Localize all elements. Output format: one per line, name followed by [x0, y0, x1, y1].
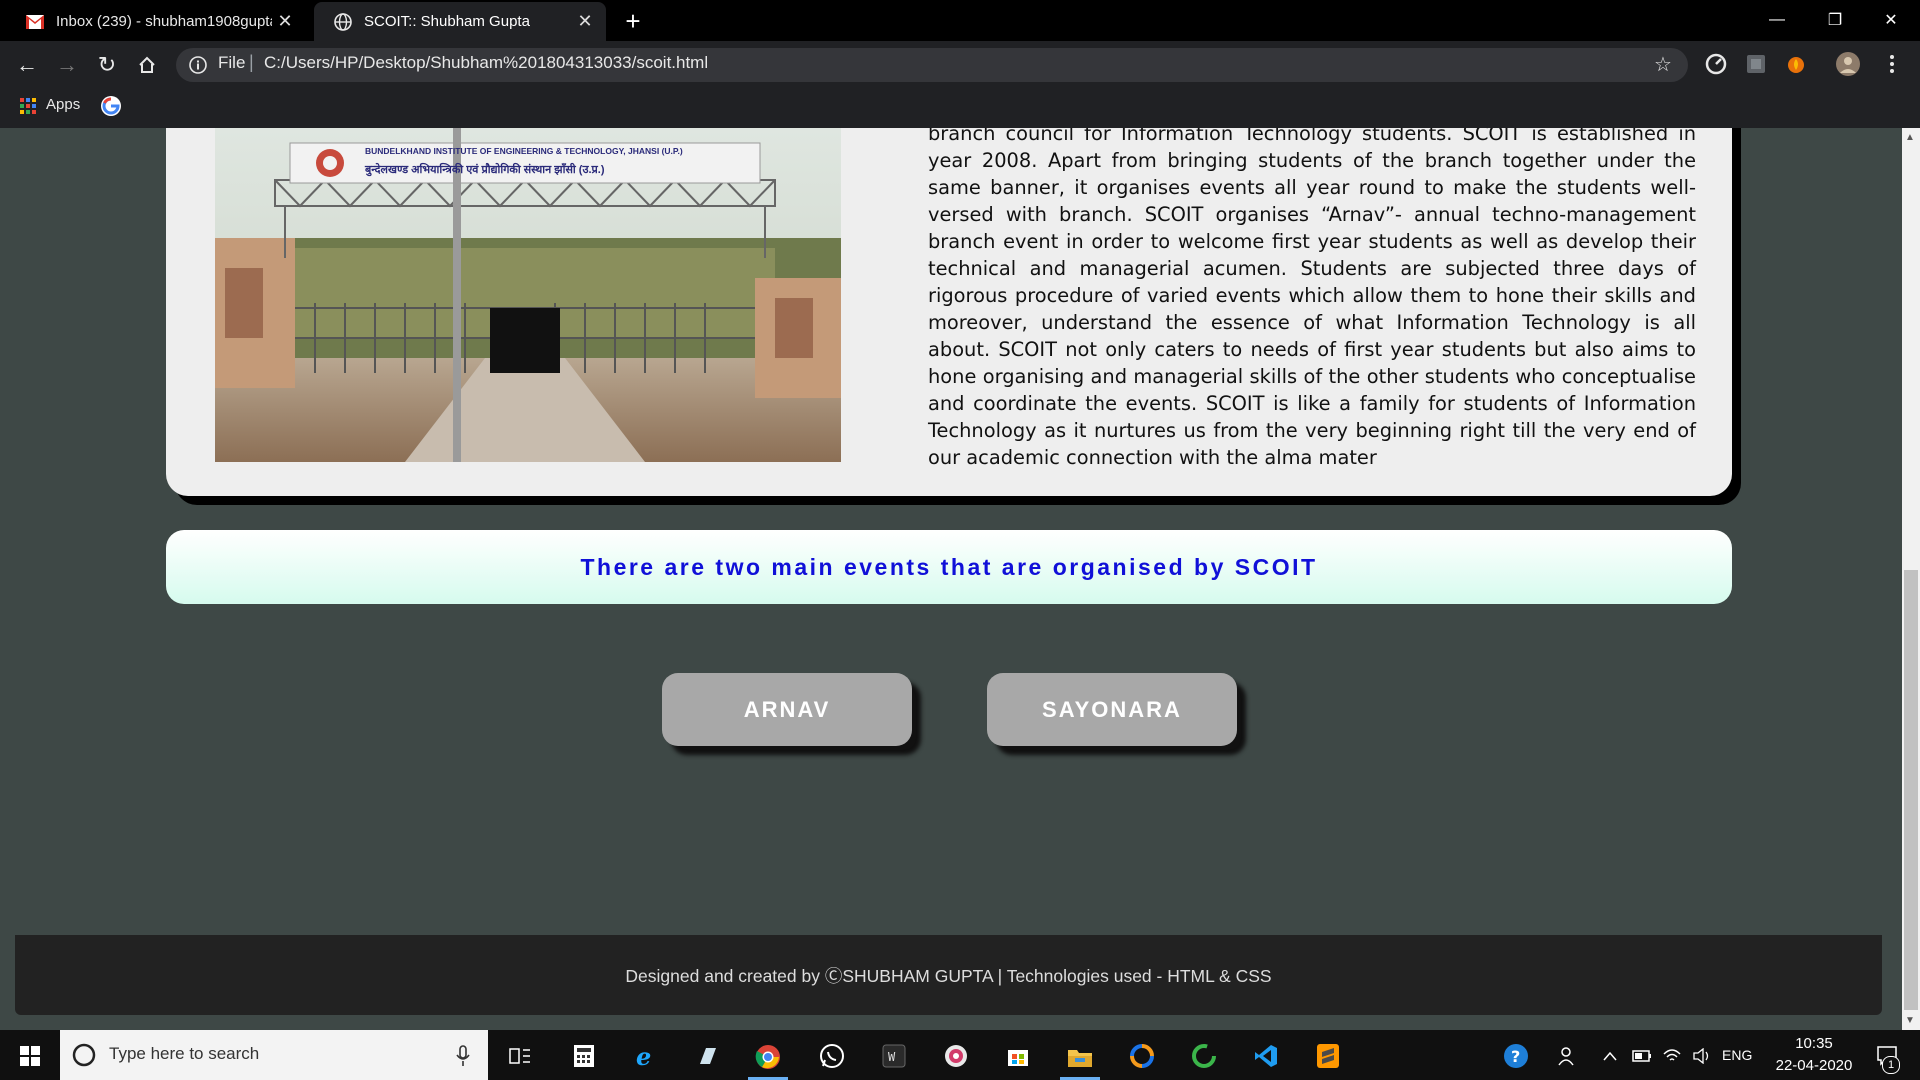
sublime-text-icon[interactable]: [1308, 1036, 1348, 1076]
home-icon[interactable]: [130, 48, 164, 82]
clock-date[interactable]: 22-04-2020: [1764, 1057, 1864, 1074]
people-icon[interactable]: [1548, 1036, 1588, 1076]
extension-box-icon[interactable]: [1744, 52, 1768, 76]
apps-grid-icon[interactable]: [20, 98, 36, 119]
tab-inbox[interactable]: Inbox (239) - shubham1908gupta ✕: [6, 2, 306, 41]
extension-speed-icon[interactable]: [1704, 52, 1728, 76]
notes-app-icon[interactable]: [688, 1036, 728, 1076]
gate-sign-english: BUNDELKHAND INSTITUTE OF ENGINEERING & T…: [365, 146, 683, 156]
sayonara-button[interactable]: SAYONARA: [987, 673, 1237, 746]
info-icon[interactable]: [188, 55, 208, 75]
new-tab-button[interactable]: +: [618, 6, 648, 36]
events-heading: There are two main events that are organ…: [580, 553, 1318, 580]
bookmark-star-icon[interactable]: ☆: [1654, 52, 1672, 77]
page-viewport: BUNDELKHAND INSTITUTE OF ENGINEERING & T…: [0, 128, 1902, 1030]
notification-count-badge: 1: [1882, 1056, 1900, 1074]
whatsapp-icon[interactable]: [812, 1036, 852, 1076]
gate-sign-hindi: बुन्देलखण्ड अभियान्त्रिकी एवं प्रौद्योगि…: [365, 164, 605, 176]
svg-text:e: e: [636, 1043, 651, 1069]
language-indicator[interactable]: ENG: [1722, 1047, 1752, 1063]
close-tab-icon[interactable]: ✕: [272, 11, 298, 32]
task-view-icon[interactable]: [500, 1036, 540, 1076]
cortana-circle-icon: [72, 1043, 96, 1072]
terminal-app-icon[interactable]: W: [874, 1036, 914, 1076]
reload-icon[interactable]: ↻: [90, 48, 124, 82]
forward-arrow-icon[interactable]: →: [50, 48, 84, 82]
internet-explorer-icon[interactable]: e: [626, 1036, 666, 1076]
tab-title: Inbox (239) - shubham1908gupta: [56, 13, 272, 30]
back-arrow-icon[interactable]: ←: [10, 48, 44, 82]
globe-icon: [334, 12, 352, 31]
green-ring-app-icon[interactable]: [1184, 1036, 1224, 1076]
close-tab-icon[interactable]: ✕: [572, 11, 598, 32]
restore-icon[interactable]: ❐: [1806, 0, 1864, 40]
footer-credits: Designed and created by ⒸSHUBHAM GUPTA |…: [625, 965, 1272, 986]
vscode-icon[interactable]: [1246, 1036, 1286, 1076]
scroll-down-arrow-icon[interactable]: ▼: [1905, 1015, 1915, 1026]
chrome-taskbar-icon[interactable]: [748, 1036, 788, 1080]
media-player-icon[interactable]: [936, 1036, 976, 1076]
campus-gate-photo: BUNDELKHAND INSTITUTE OF ENGINEERING & T…: [215, 128, 841, 462]
help-icon[interactable]: ?: [1496, 1036, 1536, 1076]
svg-text:?: ?: [1511, 1047, 1520, 1066]
url-scheme-label: File: [218, 53, 246, 72]
bookmarks-bar: [0, 87, 1920, 128]
url-separator: |: [249, 52, 254, 72]
svg-text:W: W: [888, 1050, 896, 1064]
profile-avatar-icon[interactable]: [1836, 52, 1860, 76]
windows-start-icon[interactable]: [10, 1036, 50, 1076]
tab-title: SCOIT:: Shubham Gupta: [364, 13, 530, 30]
chrome-menu-icon[interactable]: [1880, 52, 1904, 76]
scroll-up-arrow-icon[interactable]: ▲: [1905, 132, 1915, 143]
clock-time[interactable]: 10:35: [1784, 1035, 1844, 1052]
calculator-icon[interactable]: [564, 1036, 604, 1076]
file-explorer-icon[interactable]: [1060, 1036, 1100, 1080]
events-banner: There are two main events that are organ…: [166, 530, 1732, 604]
microphone-icon[interactable]: [456, 1045, 470, 1072]
search-placeholder[interactable]: Type here to search: [109, 1044, 259, 1064]
page-footer: Designed and created by ⒸSHUBHAM GUPTA |…: [15, 935, 1882, 1015]
tab-scoit[interactable]: SCOIT:: Shubham Gupta ✕: [314, 2, 606, 41]
apps-bookmark[interactable]: Apps: [46, 96, 80, 113]
about-scoit-text: branch council for Information Technolog…: [928, 128, 1696, 469]
close-window-icon[interactable]: ✕: [1862, 0, 1920, 40]
url-text[interactable]: C:/Users/HP/Desktop/Shubham%201804313033…: [264, 53, 708, 73]
volume-icon[interactable]: [1682, 1036, 1722, 1076]
gmail-icon: [26, 13, 44, 31]
extension-flame-icon[interactable]: [1784, 52, 1808, 76]
minimize-icon[interactable]: —: [1748, 0, 1806, 40]
arnav-button[interactable]: ARNAV: [662, 673, 912, 746]
google-icon[interactable]: [100, 95, 122, 122]
scrollbar-thumb[interactable]: [1904, 570, 1918, 1010]
sync-app-icon[interactable]: [1122, 1036, 1162, 1076]
microsoft-store-icon[interactable]: [998, 1036, 1038, 1076]
